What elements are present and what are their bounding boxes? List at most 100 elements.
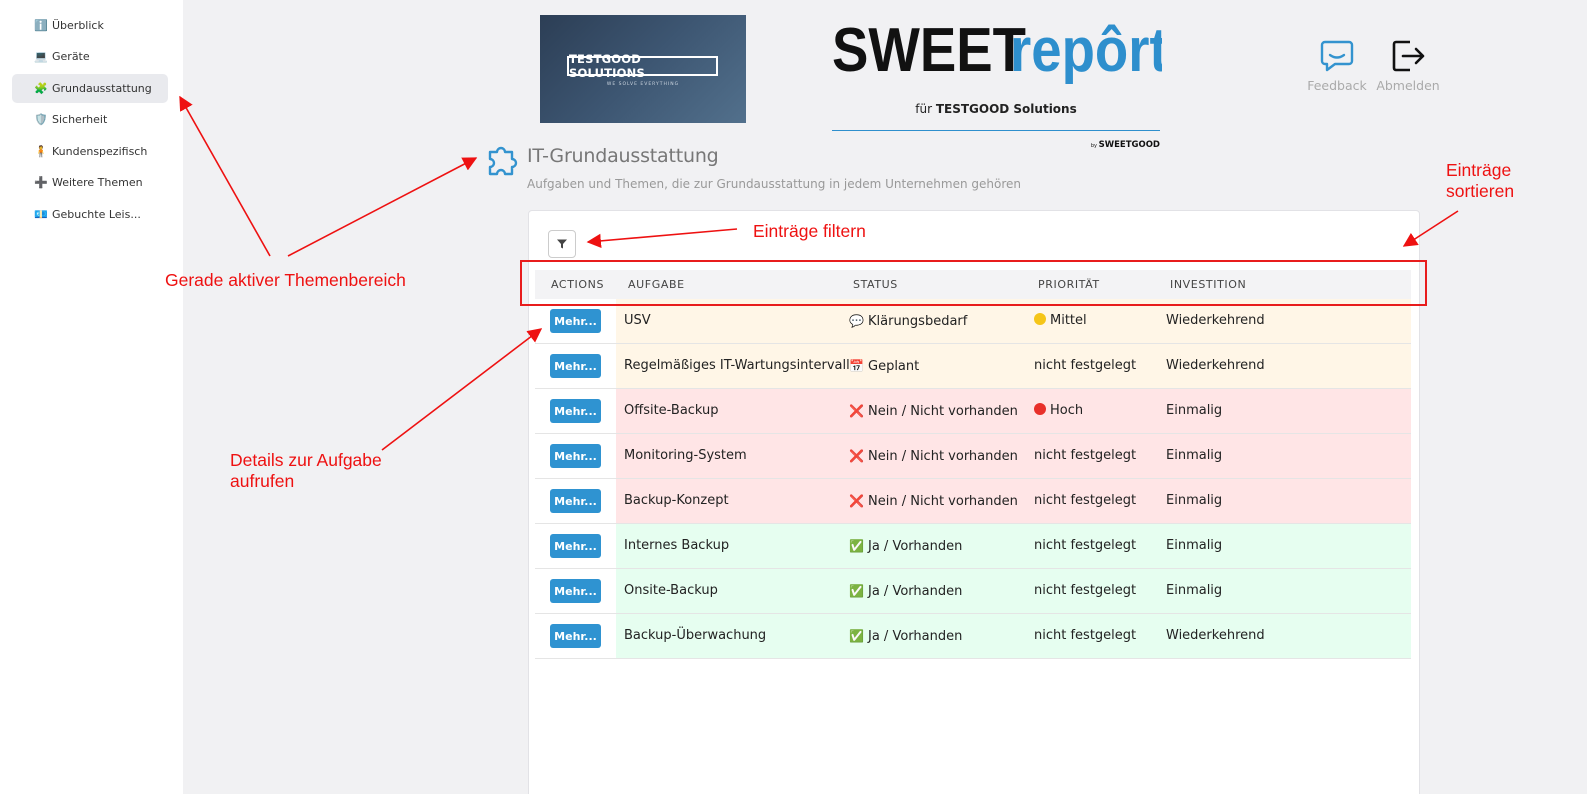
sidebar-item-label: Sicherheit	[52, 113, 108, 126]
priority-cell: Hoch	[1034, 389, 1083, 433]
status-text: Nein / Nicht vorhanden	[868, 404, 1018, 419]
company-logo: TESTGOOD SOLUTIONS WE SOLVE EVERYTHING	[540, 15, 746, 123]
more-button[interactable]: Mehr...	[550, 354, 601, 378]
sidebar-item-label: Grundausstattung	[52, 82, 152, 95]
table-row: Mehr... Backup-Überwachung ✅ Ja / Vorhanden…	[535, 614, 1411, 659]
task-cell: Internes Backup	[624, 538, 730, 553]
brand-for-label: für	[915, 102, 936, 116]
annotation-sort-line2: sortieren	[1446, 181, 1515, 201]
sidebar-item-label: Weitere Themen	[52, 176, 143, 189]
priority-text: nicht festgelegt	[1034, 628, 1137, 643]
status-text: Ja / Vorhanden	[868, 629, 963, 644]
brand-by-label: by	[1090, 143, 1099, 149]
sidebar-item-gebuchte-leistungen[interactable]: 💶 Gebuchte Leis...	[12, 200, 168, 229]
brand-name-dark: SWEET	[832, 18, 1026, 85]
company-logo-tagline: WE SOLVE EVERYTHING	[606, 82, 680, 87]
priority-cell: nicht festgelegt	[1034, 344, 1136, 388]
brand-divider	[832, 130, 1160, 131]
sidebar-item-label: Gebuchte Leis...	[52, 208, 141, 221]
priority-text: nicht festgelegt	[1034, 358, 1137, 373]
actions-cell: Mehr...	[535, 479, 616, 523]
sidebar-item-kundenspezifisch[interactable]: 🧍 Kundenspezifisch	[12, 137, 168, 166]
priority-cell: nicht festgelegt	[1034, 479, 1136, 523]
priority-cell: nicht festgelegt	[1034, 434, 1136, 478]
sidebar-item-geraete[interactable]: 💻 Geräte	[12, 42, 168, 71]
actions-cell: Mehr...	[535, 434, 616, 478]
more-button[interactable]: Mehr...	[550, 489, 601, 513]
logout-label: Abmelden	[1376, 78, 1440, 93]
priority-text: nicht festgelegt	[1034, 448, 1137, 463]
priority-text: Mittel	[1050, 313, 1087, 328]
sidebar-item-label: Überblick	[52, 19, 104, 32]
table-row: Mehr... Regelmäßiges IT-Wartungsintervall…	[535, 344, 1411, 389]
filter-button[interactable]	[548, 230, 576, 258]
sidebar-item-sicherheit[interactable]: 🛡️ Sicherheit	[12, 105, 168, 134]
sweetreport-logo: SWEET repôrt	[832, 18, 1162, 88]
priority-text: nicht festgelegt	[1034, 493, 1137, 508]
status-text: Nein / Nicht vorhanden	[868, 449, 1018, 464]
investment-cell: Wiederkehrend	[1166, 628, 1265, 643]
actions-cell: Mehr...	[535, 344, 616, 388]
more-button[interactable]: Mehr...	[550, 309, 601, 333]
sidebar: ℹ️ Überblick 💻 Geräte 🧩 Grundausstattung 🛡️…	[0, 0, 183, 794]
annotation-active-area: Gerade aktiver Themenbereich	[165, 270, 406, 290]
investment-cell: Einmalig	[1166, 583, 1223, 598]
table-row: Mehr... Offsite-Backup ❌ Nein / Nicht vorha…	[535, 389, 1411, 434]
brand-by-line: by SWEETGOOD	[1040, 140, 1160, 150]
more-button[interactable]: Mehr...	[550, 534, 601, 558]
priority-cell: nicht festgelegt	[1034, 524, 1136, 568]
table-row: Mehr... Internes Backup ✅ Ja / Vorhanden nic…	[535, 524, 1411, 569]
priority-dot-icon	[1034, 403, 1046, 415]
table-row: Mehr... Onsite-Backup ✅ Ja / Vorhanden nicht…	[535, 569, 1411, 614]
investment-cell: Wiederkehrend	[1166, 358, 1265, 373]
info-icon: ℹ️	[34, 19, 48, 32]
logout-icon	[1392, 40, 1425, 72]
annotation-details-line2: aufrufen	[230, 471, 295, 491]
task-cell: Backup-Konzept	[624, 493, 729, 508]
status-text: Ja / Vorhanden	[868, 539, 963, 554]
status-cell: 📅 Geplant	[849, 344, 919, 388]
status-text: Nein / Nicht vorhanden	[868, 494, 1018, 509]
priority-cell: nicht festgelegt	[1034, 569, 1136, 613]
status-cell: ❌ Nein / Nicht vorhanden	[849, 389, 1018, 433]
task-cell: Onsite-Backup	[624, 583, 718, 598]
chat-bubble-icon	[1320, 40, 1354, 72]
sidebar-item-grundausstattung[interactable]: 🧩 Grundausstattung	[12, 74, 168, 103]
euro-banknote-icon: 💶	[34, 208, 48, 221]
brand-name-blue: repôrt	[1010, 18, 1162, 85]
cross-mark-icon: ❌	[849, 494, 864, 508]
status-cell: ❌ Nein / Nicht vorhanden	[849, 479, 1018, 523]
check-mark-icon: ✅	[849, 584, 864, 598]
priority-text: nicht festgelegt	[1034, 583, 1137, 598]
sidebar-item-weitere-themen[interactable]: ➕ Weitere Themen	[12, 168, 168, 197]
task-cell: Offsite-Backup	[624, 403, 719, 418]
logout-button[interactable]: Abmelden	[1376, 38, 1440, 93]
annotation-filter: Einträge filtern	[753, 221, 866, 241]
filter-icon	[557, 239, 567, 249]
company-logo-text: TESTGOOD SOLUTIONS	[567, 52, 718, 80]
puzzle-icon	[488, 146, 518, 176]
feedback-button[interactable]: Feedback	[1305, 38, 1369, 93]
cross-mark-icon: ❌	[849, 404, 864, 418]
status-text: Ja / Vorhanden	[868, 584, 963, 599]
sidebar-item-ueberblick[interactable]: ℹ️ Überblick	[12, 11, 168, 40]
cross-mark-icon: ❌	[849, 449, 864, 463]
status-text: Geplant	[868, 359, 920, 374]
more-button[interactable]: Mehr...	[550, 399, 601, 423]
puzzle-icon: 🧩	[34, 82, 48, 95]
status-text: Klärungsbedarf	[868, 314, 968, 329]
plus-icon: ➕	[34, 176, 48, 189]
status-cell: ✅ Ja / Vorhanden	[849, 569, 962, 613]
header-highlight-box	[520, 260, 1427, 306]
more-button[interactable]: Mehr...	[550, 624, 601, 648]
more-button[interactable]: Mehr...	[550, 444, 601, 468]
brand-by-name: SWEETGOOD	[1098, 140, 1160, 150]
investment-cell: Einmalig	[1166, 538, 1223, 553]
actions-cell: Mehr...	[535, 569, 616, 613]
calendar-icon: 📅	[849, 359, 864, 373]
more-button[interactable]: Mehr...	[550, 579, 601, 603]
table-row: Mehr... Monitoring-System ❌ Nein / Nicht vo…	[535, 434, 1411, 479]
annotation-details-line1: Details zur Aufgabe	[230, 450, 382, 470]
person-icon: 🧍	[34, 145, 48, 158]
task-cell: Monitoring-System	[624, 448, 747, 463]
